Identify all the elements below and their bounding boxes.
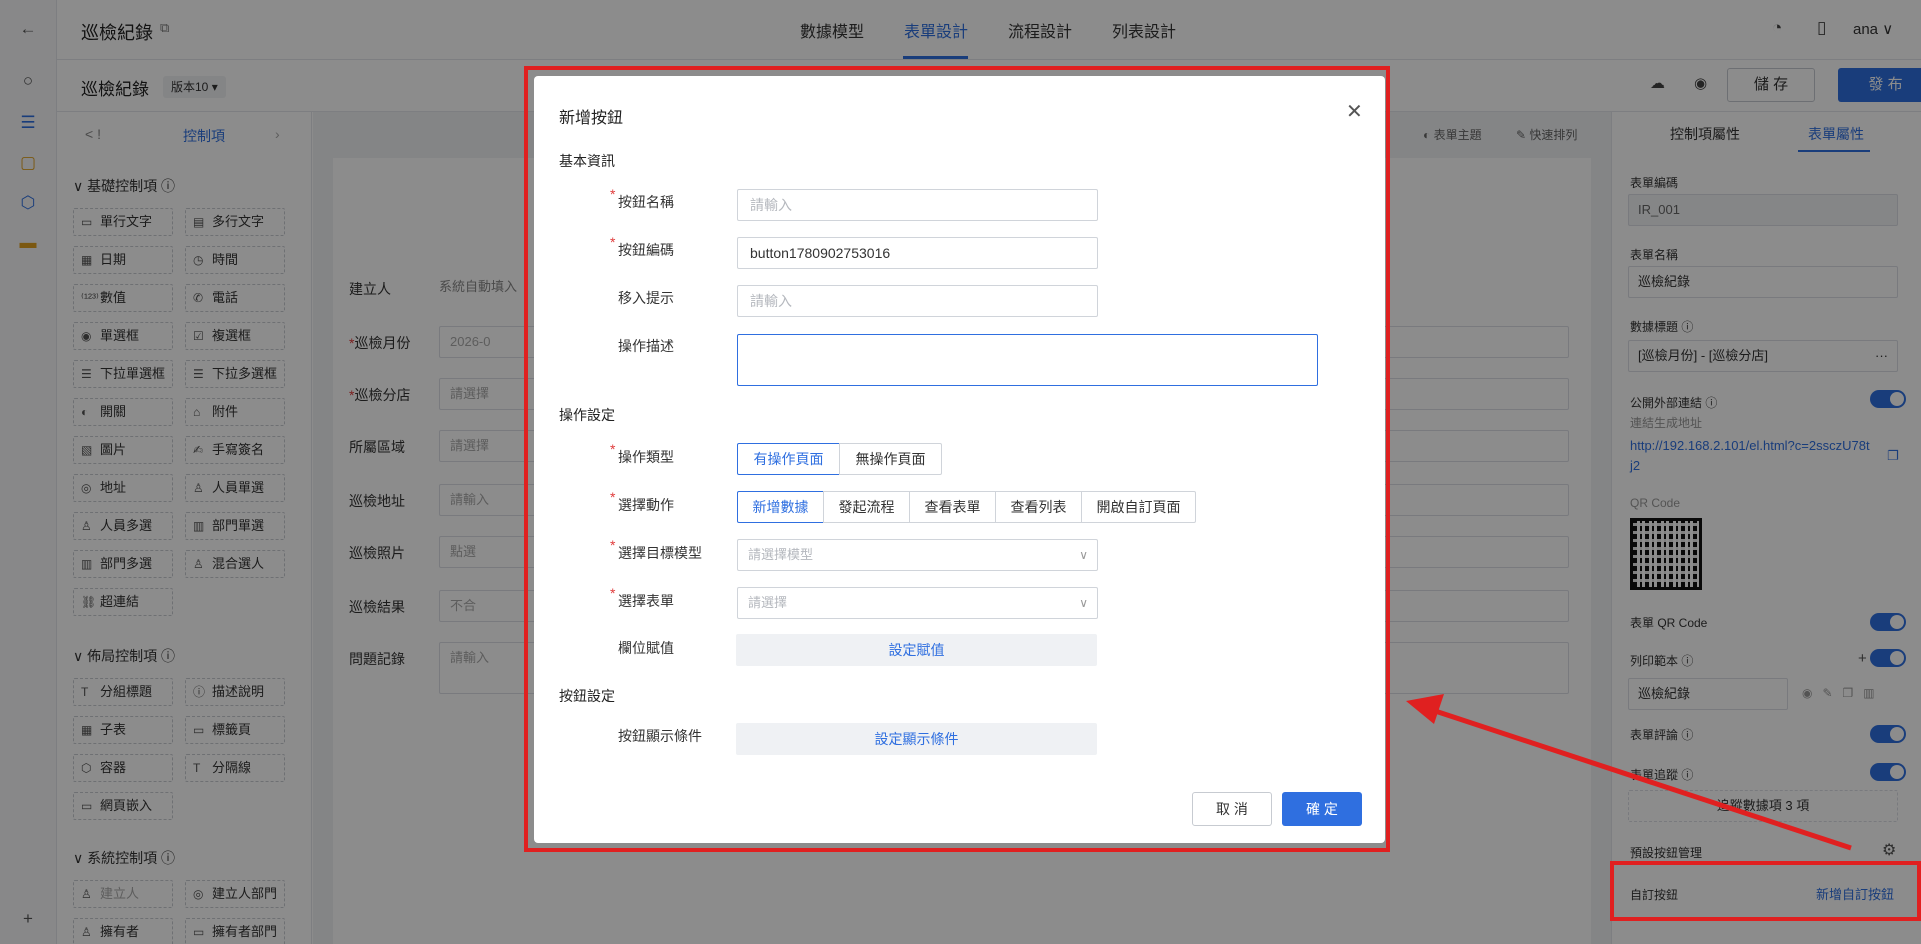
annotation-dialog-box	[524, 66, 1390, 852]
annotation-custom-button-box	[1610, 861, 1921, 921]
